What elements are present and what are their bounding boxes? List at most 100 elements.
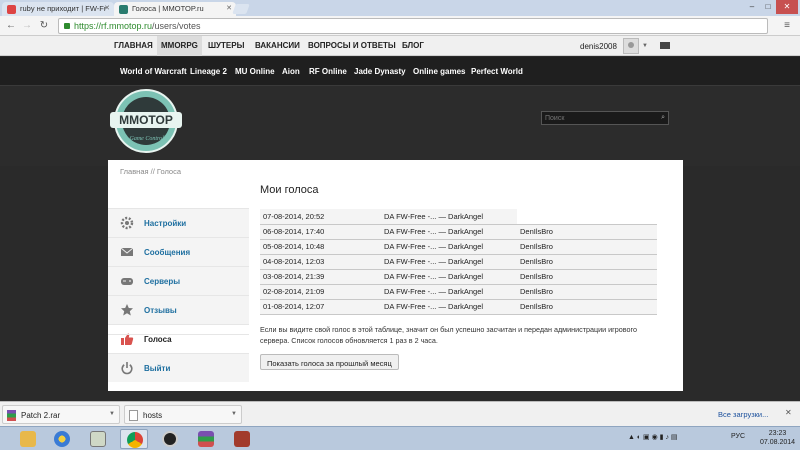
close-tab-icon[interactable]: ✕ — [226, 4, 232, 12]
vote-server: DA FW-Free -... — DarkAngel — [381, 254, 517, 270]
vote-server: DA FW-Free -... — DarkAngel — [381, 269, 517, 285]
vote-nick: DenIlsBro — [517, 269, 657, 285]
envelope-icon[interactable] — [660, 42, 670, 49]
vote-date: 03-08-2014, 21:39 — [260, 269, 381, 285]
table-row: 06-08-2014, 17:40 DA FW-Free -... — Dark… — [260, 224, 657, 240]
minimize-window-icon[interactable]: – — [744, 0, 760, 14]
browser-menu-icon[interactable]: ≡ — [780, 19, 794, 33]
gamepad-icon — [121, 278, 133, 285]
topnav-item-blog[interactable]: БЛОГ — [402, 41, 424, 50]
username-link[interactable]: denis2008 — [580, 42, 617, 51]
windows-taskbar: ▲ ◐ ▣ ◉ ▮ ♪ ▤ РУС 23:23 07.08.2014 — [0, 426, 800, 450]
system-clock[interactable]: 23:23 07.08.2014 — [760, 429, 795, 447]
sidebar-item-votes[interactable]: Голоса — [108, 324, 249, 353]
table-row: 03-08-2014, 21:39 DA FW-Free -... — Dark… — [260, 269, 657, 285]
close-icon[interactable]: ✕ — [785, 408, 792, 417]
sidebar-item-settings[interactable]: Настройки — [108, 208, 249, 237]
all-downloads-link[interactable]: Все загрузки... — [718, 410, 768, 419]
topnav-item-mmorpg[interactable]: MMORPG — [157, 36, 202, 56]
explorer-taskbar-button[interactable] — [14, 429, 42, 449]
clock-time: 23:23 — [768, 430, 787, 437]
envelope-icon — [120, 247, 134, 256]
table-row: 02-08-2014, 21:09 DA FW-Free -... — Dark… — [260, 284, 657, 300]
sidebar-divider — [108, 334, 249, 335]
browser-tab-2[interactable]: Голоса | MMOTOP.ru ✕ — [114, 2, 236, 16]
mmotop-logo[interactable]: MMOTOP Game Controller — [108, 88, 184, 154]
back-arrow-icon[interactable]: ← — [4, 19, 18, 33]
chevron-down-icon[interactable]: ▼ — [642, 43, 648, 49]
close-window-icon[interactable]: ✕ — [776, 0, 798, 14]
breadcrumb: Главная // Голоса — [120, 167, 181, 176]
vote-server: DA FW-Free -... — DarkAngel — [381, 224, 517, 240]
reload-icon[interactable]: ↻ — [37, 19, 51, 33]
tray-icons[interactable]: ▲ ◐ ▣ ◉ ▮ ♪ ▤ — [628, 433, 678, 441]
vote-date: 04-08-2014, 12:03 — [260, 254, 381, 270]
gamenav-item[interactable]: Jade Dynasty — [354, 67, 406, 76]
game-taskbar-button[interactable] — [156, 429, 184, 449]
vote-nick: DenIlsBro — [517, 239, 657, 255]
search-icon[interactable]: ⌕ — [661, 114, 665, 122]
browser-toolbar: ← → ↻ https://rf.mmotop.ru/users/votes ≡ — [0, 16, 800, 36]
downloads-bar: Patch 2.rar ▼ hosts ▼ Все загрузки... ✕ — [0, 401, 800, 426]
address-bar[interactable]: https://rf.mmotop.ru/users/votes — [58, 18, 768, 34]
new-tab-button[interactable] — [232, 4, 250, 14]
sidebar-item-logout[interactable]: Выйти — [108, 353, 249, 382]
notepad-taskbar-button[interactable] — [84, 429, 112, 449]
download-item[interactable]: Patch 2.rar ▼ — [2, 405, 120, 424]
gamenav-item[interactable]: Online games — [413, 67, 465, 76]
fw-taskbar-button[interactable] — [228, 429, 256, 449]
url-path: /users/votes — [152, 21, 201, 31]
chrome-icon — [127, 432, 143, 448]
download-item[interactable]: hosts ▼ — [124, 405, 242, 424]
forward-arrow-icon[interactable]: → — [20, 19, 34, 33]
sidebar-item-servers[interactable]: Серверы — [108, 266, 249, 295]
topnav-item-shooters[interactable]: ШУТЕРЫ — [208, 41, 244, 50]
table-row: 01-08-2014, 12:07 DA FW-Free -... — Dark… — [260, 299, 657, 315]
browser-tab-1[interactable]: ruby не приходит | FW-Fr ✕ — [2, 2, 114, 16]
gamenav-item[interactable]: Lineage 2 — [190, 67, 227, 76]
sidebar-item-messages[interactable]: Сообщения — [108, 237, 249, 266]
ssl-lock-icon — [64, 23, 70, 29]
maximize-window-icon[interactable]: □ — [760, 0, 776, 14]
logo-text: MMOTOP — [119, 113, 173, 127]
sidebar-item-reviews[interactable]: Отзывы — [108, 295, 249, 324]
previous-month-button[interactable]: Показать голоса за прошлый месяц — [260, 354, 399, 370]
game-client-icon — [162, 431, 178, 447]
gamenav-item[interactable]: World of Warcraft — [120, 67, 187, 76]
language-indicator[interactable]: РУС — [731, 433, 745, 440]
topnav-item-home[interactable]: ГЛАВНАЯ — [114, 41, 153, 50]
vote-server: DA FW-Free -... — DarkAngel — [381, 239, 517, 255]
content-panel: Главная // Голоса Настройки Сообщения Се… — [108, 160, 683, 391]
chevron-down-icon[interactable]: ▼ — [231, 411, 237, 417]
archive-icon — [7, 410, 16, 421]
star-icon — [121, 304, 133, 316]
search-input[interactable] — [542, 112, 652, 124]
avatar[interactable] — [623, 38, 639, 54]
gamenav-item[interactable]: Perfect World — [471, 67, 523, 76]
power-icon — [121, 362, 133, 375]
download-filename: hosts — [143, 411, 163, 420]
vote-server: DA FW-Free -... — DarkAngel — [381, 299, 517, 315]
close-tab-icon[interactable]: ✕ — [104, 4, 110, 12]
logo-subtext: Game Controller — [130, 136, 172, 142]
table-row: 07-08-2014, 20:52 DA FW-Free -... — Dark… — [260, 209, 657, 225]
mmotop-favicon-icon — [119, 5, 128, 14]
notepad-icon — [90, 431, 106, 447]
gamenav-item[interactable]: Aion — [282, 67, 300, 76]
chevron-down-icon[interactable]: ▼ — [109, 411, 115, 417]
sidebar-item-label: Серверы — [144, 277, 181, 286]
browser-tabstrip: ruby не приходит | FW-Fr ✕ Голоса | MMOT… — [0, 0, 800, 16]
votes-main: Мои голоса 07-08-2014, 20:52 DA FW-Free … — [260, 184, 660, 370]
vote-date: 07-08-2014, 20:52 — [260, 209, 381, 225]
gamenav-item[interactable]: MU Online — [235, 67, 275, 76]
topnav-item-vacancies[interactable]: ВАКАНСИИ — [255, 41, 300, 50]
vote-nick: DenIlsBro — [517, 299, 657, 315]
sidebar-item-label: Отзывы — [144, 306, 177, 315]
chrome-taskbar-button[interactable] — [120, 429, 148, 449]
browser-taskbar-button[interactable] — [48, 429, 76, 449]
site-search: ⌕ — [541, 111, 669, 125]
winrar-taskbar-button[interactable] — [192, 429, 220, 449]
gamenav-item[interactable]: RF Online — [309, 67, 347, 76]
topnav-item-qa[interactable]: ВОПРОСЫ И ОТВЕТЫ — [308, 41, 396, 50]
ruby-favicon-icon — [7, 5, 16, 14]
